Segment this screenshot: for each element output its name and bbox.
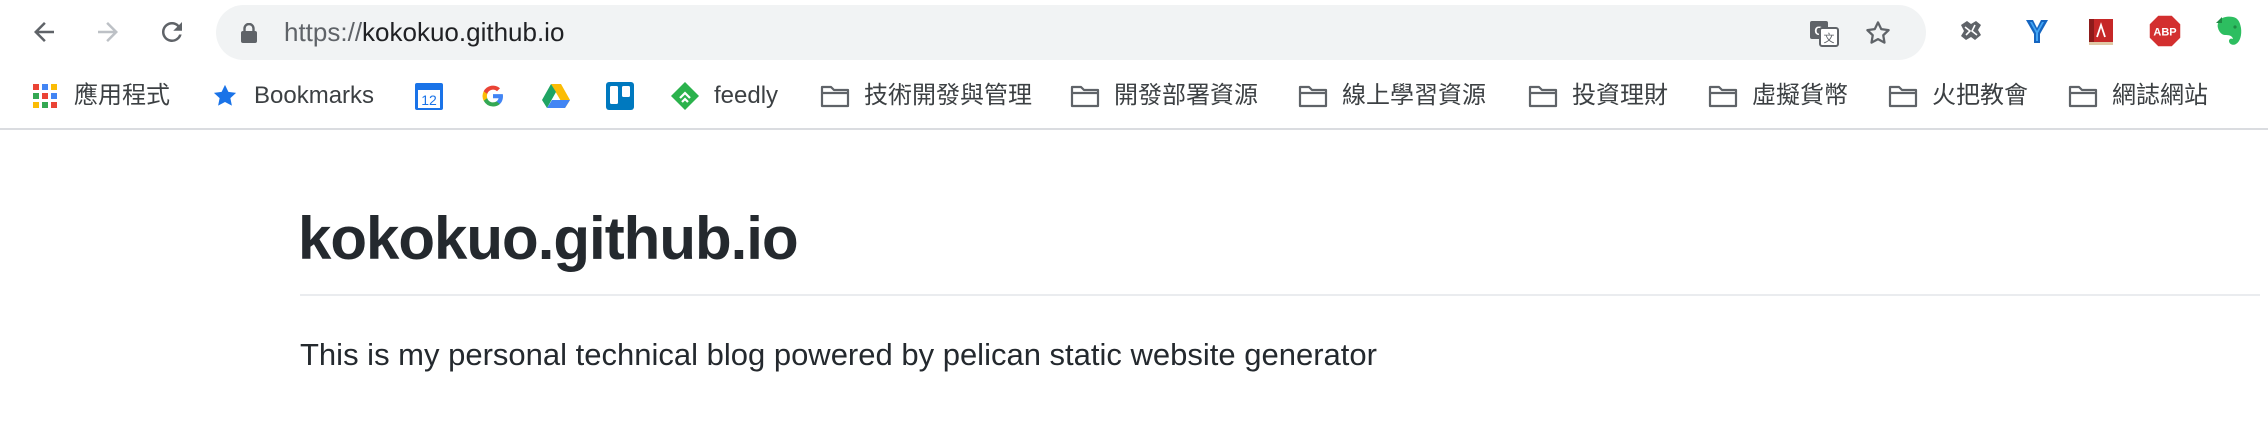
- puzzle-extension[interactable]: [1954, 14, 1988, 48]
- forward-arrow-icon: [98, 22, 118, 42]
- bookmark-folder-investing[interactable]: 投資理財: [1528, 78, 1668, 114]
- folder-icon: [820, 81, 850, 111]
- url-scheme: https://: [284, 17, 363, 47]
- bookmark-label: 線上學習資源: [1342, 82, 1486, 109]
- bookmark-trello[interactable]: [605, 78, 635, 114]
- bookmark-folder-dev-management[interactable]: 技術開發與管理: [820, 78, 1032, 114]
- reload-button[interactable]: [152, 12, 192, 52]
- bookmark-folder-church[interactable]: 火把教會: [1888, 78, 2028, 114]
- bookmark-bookmarks[interactable]: Bookmarks: [210, 78, 374, 114]
- url-host: kokokuo.github.io: [362, 17, 565, 47]
- lock-icon: [241, 23, 257, 43]
- title-divider: [300, 294, 2260, 296]
- puzzle-extension-icon: [1961, 21, 1981, 40]
- svg-text:文: 文: [1824, 31, 1835, 45]
- adblock-extension[interactable]: ABP: [2148, 14, 2182, 48]
- y-extension[interactable]: [2020, 14, 2054, 48]
- bookmark-star-button[interactable]: [1862, 17, 1894, 49]
- book-extension-icon: [2089, 19, 2113, 45]
- folder-icon: [1528, 81, 1558, 111]
- adblock-label: ABP: [2153, 27, 2176, 39]
- page-title: kokokuo.github.io: [298, 205, 799, 272]
- reload-icon: [161, 21, 182, 42]
- bookmark-label: feedly: [714, 82, 779, 109]
- calendar-icon: 12: [414, 81, 444, 111]
- bookmark-google-drive[interactable]: [541, 78, 571, 114]
- translate-icon: G 文: [1810, 21, 1839, 47]
- bookmark-label: 投資理財: [1572, 82, 1668, 109]
- bookmark-label: 技術開發與管理: [864, 82, 1032, 109]
- google-drive-icon: [541, 81, 571, 111]
- bookmark-folder-crypto[interactable]: 虛擬貨幣: [1708, 78, 1848, 114]
- google-icon: [478, 81, 508, 111]
- page-description: This is my personal technical blog power…: [300, 337, 1377, 372]
- folder-icon: [1298, 81, 1328, 111]
- star-icon: [1866, 21, 1890, 44]
- adblock-icon: ABP: [2148, 14, 2182, 48]
- folder-icon: [2068, 81, 2098, 111]
- address-bar[interactable]: https://kokokuo.github.io G 文: [216, 5, 1926, 60]
- bookmark-label: 虛擬貨幣: [1752, 82, 1848, 109]
- browser-toolbar: https://kokokuo.github.io G 文: [0, 0, 2268, 64]
- bookmark-apps[interactable]: 應用程式: [30, 78, 170, 114]
- bookmark-feedly[interactable]: feedly: [670, 78, 778, 114]
- y-extension-icon: [2026, 20, 2048, 43]
- bookmarks-bar: 應用程式 Bookmarks 12 feedly 技術開發與管理 開發部署資源 …: [0, 64, 2268, 130]
- book-extension[interactable]: [2084, 14, 2118, 48]
- bookmark-folder-online-learning[interactable]: 線上學習資源: [1298, 78, 1486, 114]
- translate-button[interactable]: G 文: [1808, 17, 1840, 49]
- evernote-icon: [2216, 16, 2242, 45]
- bookmark-folder-blogs[interactable]: 網誌網站: [2068, 78, 2208, 114]
- bookmark-label: 開發部署資源: [1114, 82, 1258, 109]
- folder-icon: [1070, 81, 1100, 111]
- folder-icon: [1708, 81, 1738, 111]
- bookmark-folder-deploy-resources[interactable]: 開發部署資源: [1070, 78, 1258, 114]
- bookmark-label: 應用程式: [74, 82, 170, 109]
- apps-grid-icon: [30, 81, 60, 111]
- bookmark-google[interactable]: [478, 78, 508, 114]
- back-arrow-icon: [34, 22, 54, 42]
- bookmark-label: Bookmarks: [254, 82, 375, 109]
- forward-button[interactable]: [88, 12, 128, 52]
- calendar-badge: 12: [421, 92, 437, 108]
- bookmark-label: 火把教會: [1932, 82, 2028, 109]
- feedly-icon: [670, 81, 700, 111]
- bookmark-calendar[interactable]: 12: [414, 78, 444, 114]
- bookmark-label: 網誌網站: [2112, 82, 2208, 109]
- evernote-extension[interactable]: [2212, 14, 2246, 48]
- back-button[interactable]: [24, 12, 64, 52]
- folder-icon: [1888, 81, 1918, 111]
- star-icon: [210, 81, 240, 111]
- url-text[interactable]: https://kokokuo.github.io: [284, 17, 564, 48]
- trello-icon: [605, 81, 635, 111]
